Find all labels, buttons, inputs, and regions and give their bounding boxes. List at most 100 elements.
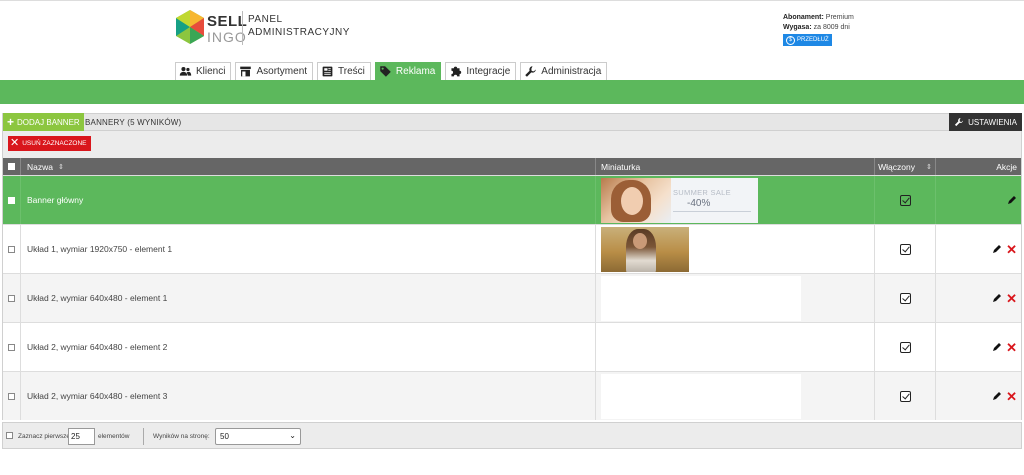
photo-thumbnail xyxy=(601,226,689,272)
select-first-label: Zaznacz pierwsze xyxy=(18,433,71,440)
logo-hexagon-icon xyxy=(176,10,204,44)
row-checkbox[interactable] xyxy=(8,343,15,351)
account-info: Abonament: Premium Wygasa: za 8009 dni $… xyxy=(783,13,854,46)
tab-klienci[interactable]: Klienci xyxy=(175,62,232,80)
header-thumbnail-label: Miniaturka xyxy=(601,161,641,172)
header-thumbnail: Miniaturka xyxy=(596,158,875,175)
store-icon xyxy=(240,66,252,77)
table-row[interactable]: Układ 2, wymiar 640x480 - element 1 ✕ xyxy=(3,273,1021,322)
list-toolbar: + DODAJ BANNER BANNERY (5 WYNIKÓW) USTAW… xyxy=(2,113,1022,131)
thumbnail-cell xyxy=(596,274,875,322)
header-actions-label: Akcje xyxy=(996,161,1017,172)
thumbnail-divider xyxy=(673,210,751,212)
panel-title: PANEL ADMINISTRACYJNY xyxy=(248,13,350,39)
banner-name: Banner główny xyxy=(21,176,596,224)
tab-label: Integracje xyxy=(466,66,511,77)
tab-administracja[interactable]: Administracja xyxy=(520,62,608,80)
enabled-cell xyxy=(875,372,936,420)
delete-icon[interactable]: ✕ xyxy=(1006,390,1017,403)
tab-tresci[interactable]: Treści xyxy=(317,62,371,80)
edit-icon[interactable] xyxy=(992,244,1002,254)
edit-icon[interactable] xyxy=(1007,195,1017,205)
row-checkbox[interactable] xyxy=(8,392,15,400)
delete-icon[interactable]: ✕ xyxy=(1006,341,1017,354)
enabled-checkbox[interactable] xyxy=(899,194,911,206)
list-title: BANNERY (5 WYNIKÓW) xyxy=(85,118,182,127)
table-row[interactable]: Układ 2, wymiar 640x480 - element 2 ✕ xyxy=(3,322,1021,371)
row-select-cell xyxy=(3,176,21,224)
actions-cell: ✕ xyxy=(936,274,1023,322)
chevron-down-icon: ⌄ xyxy=(289,431,296,440)
tab-integracje[interactable]: Integracje xyxy=(445,62,517,80)
delete-icon[interactable]: ✕ xyxy=(1006,243,1017,256)
tab-reklama[interactable]: Reklama xyxy=(374,62,442,80)
tab-label: Klienci xyxy=(196,66,226,77)
row-checkbox[interactable] xyxy=(8,196,15,204)
banner-thumbnail: SUMMER SALE -40% xyxy=(601,177,758,223)
thumbnail-cell xyxy=(596,323,875,371)
edit-icon[interactable] xyxy=(992,293,1002,303)
blank-thumbnail xyxy=(601,373,801,419)
puzzle-icon xyxy=(451,66,462,77)
tab-label: Administracja xyxy=(541,66,602,77)
add-banner-label: DODAJ BANNER xyxy=(17,117,80,127)
plan-info: Abonament: Premium xyxy=(783,13,854,23)
close-icon: ✕ xyxy=(10,137,20,149)
enabled-checkbox[interactable] xyxy=(899,292,911,304)
enabled-checkbox[interactable] xyxy=(899,243,911,255)
sellingo-logo[interactable]: SELL INGO PANEL ADMINISTRACYJNY xyxy=(175,9,349,47)
footer-divider xyxy=(143,428,144,445)
panel-title-line2: ADMINISTRACYJNY xyxy=(248,27,350,38)
wrench-icon xyxy=(525,66,537,77)
enabled-checkbox[interactable] xyxy=(899,390,911,402)
extend-subscription-button[interactable]: $ PRZEDŁUŻ xyxy=(783,34,832,46)
thumbnail-sale-text: SUMMER SALE xyxy=(673,187,731,197)
table-row[interactable]: Układ 2, wymiar 640x480 - element 3 ✕ xyxy=(3,371,1021,420)
green-banner-bar xyxy=(0,80,1024,104)
per-page-select[interactable]: 50 ⌄ xyxy=(215,428,301,445)
select-first-input[interactable]: 25 xyxy=(68,428,95,445)
row-checkbox[interactable] xyxy=(8,245,15,253)
tag-icon xyxy=(380,66,391,77)
thumbnail-percent-text: -40% xyxy=(687,197,711,209)
plan-value: Premium xyxy=(825,14,854,21)
tab-asortyment[interactable]: Asortyment xyxy=(235,62,314,80)
header-name[interactable]: Nazwa ⇕ xyxy=(21,158,596,175)
top-header: SELL INGO PANEL ADMINISTRACYJNY Abonamen… xyxy=(0,0,1024,80)
add-banner-button[interactable]: + DODAJ BANNER xyxy=(3,113,84,131)
header-enabled[interactable]: Włączony ⇕ xyxy=(875,158,936,175)
enabled-cell xyxy=(875,274,936,322)
thumbnail-face xyxy=(621,186,643,215)
newspaper-icon xyxy=(322,66,333,77)
brand-name-line2: INGO xyxy=(207,29,247,45)
banner-name: Układ 2, wymiar 640x480 - element 2 xyxy=(21,323,596,371)
delete-selected-label: USUŃ ZAZNACZONE xyxy=(22,140,87,147)
per-page-value: 50 xyxy=(220,432,229,441)
sort-icon: ⇕ xyxy=(57,163,64,171)
banner-name: Układ 2, wymiar 640x480 - element 3 xyxy=(21,372,596,420)
select-all-checkbox[interactable] xyxy=(8,163,15,170)
edit-icon[interactable] xyxy=(992,342,1002,352)
header-actions: Akcje xyxy=(936,158,1023,175)
users-icon xyxy=(179,67,192,76)
select-first-checkbox[interactable] xyxy=(6,432,13,439)
thumbnail-cell xyxy=(596,225,875,273)
row-checkbox[interactable] xyxy=(8,294,15,302)
plan-label: Abonament: xyxy=(783,14,824,21)
enabled-checkbox[interactable] xyxy=(899,341,911,353)
table-row[interactable]: Układ 1, wymiar 1920x750 - element 1 ✕ xyxy=(3,224,1021,273)
edit-icon[interactable] xyxy=(992,391,1002,401)
elements-label: elementów xyxy=(98,433,130,440)
delete-icon[interactable]: ✕ xyxy=(1006,292,1017,305)
table-row[interactable]: Banner główny SUMMER SALE -40% xyxy=(3,175,1021,224)
settings-button[interactable]: USTAWIENIA xyxy=(949,113,1022,131)
table-header: Nazwa ⇕ Miniaturka Włączony ⇕ Akcje xyxy=(3,158,1021,175)
actions-cell: ✕ xyxy=(936,372,1023,420)
expiry-info: Wygasa: za 8009 dni xyxy=(783,23,854,33)
select-all-cell xyxy=(3,158,21,175)
actions-cell xyxy=(936,176,1023,224)
thumbnail-cell: SUMMER SALE -40% xyxy=(596,176,875,224)
banner-name: Układ 1, wymiar 1920x750 - element 1 xyxy=(21,225,596,273)
blank-thumbnail xyxy=(601,324,801,370)
delete-selected-button[interactable]: ✕ USUŃ ZAZNACZONE xyxy=(8,136,91,151)
